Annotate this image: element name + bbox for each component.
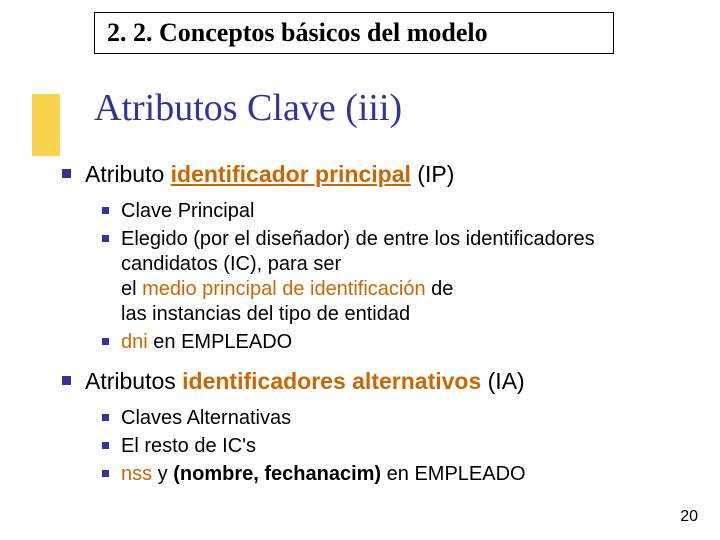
list-item: Atributo identificador principal (IP): [62, 160, 690, 189]
slide-number: 20: [680, 508, 698, 526]
list-item-label: Atributos identificadores alternativos (…: [85, 367, 525, 396]
list-item: nss y (nombre, fechanacim) en EMPLEADO: [102, 462, 690, 487]
list-item: Clave Principal: [102, 199, 690, 224]
bullet-icon: [62, 169, 71, 178]
sub-list: Clave Principal Elegido (por el diseñado…: [102, 199, 690, 355]
sub-list: Claves Alternativas El resto de IC's nss…: [102, 406, 690, 487]
text-emph: nss: [121, 463, 152, 485]
slide: 2. 2. Conceptos básicos del modelo Atrib…: [0, 0, 720, 540]
bullet-icon: [102, 442, 109, 449]
bullet-icon: [62, 376, 71, 385]
text-emph: identificadores alternativos: [182, 368, 481, 394]
text-rest: en EMPLEADO: [148, 331, 293, 353]
body-content: Atributo identificador principal (IP) Cl…: [62, 160, 690, 499]
list-item-label: Clave Principal: [121, 199, 254, 224]
text-line1: Elegido (por el diseñador) de entre los …: [121, 228, 595, 275]
list-item-label: Atributo identificador principal (IP): [85, 160, 454, 189]
list-item-label: Claves Alternativas: [121, 406, 291, 431]
bullet-icon: [102, 470, 109, 477]
list-item-label: dni en EMPLEADO: [121, 330, 292, 355]
text-line3: las instancias del tipo de entidad: [121, 303, 410, 325]
text-prefix: Atributos: [85, 368, 182, 394]
slide-title: Atributos Clave (iii): [94, 86, 402, 130]
text-line2-emph: medio principal de identificación: [142, 278, 426, 300]
list-item: dni en EMPLEADO: [102, 330, 690, 355]
text-line2b: de: [426, 278, 454, 300]
section-header: 2. 2. Conceptos básicos del modelo: [94, 12, 614, 54]
bullet-icon: [102, 338, 109, 345]
bullet-icon: [102, 207, 109, 214]
list-item-label: nss y (nombre, fechanacim) en EMPLEADO: [121, 462, 526, 487]
text-suffix: (IA): [481, 368, 524, 394]
bullet-icon: [102, 235, 109, 242]
text-suffix: (IP): [411, 161, 454, 187]
list-item: El resto de IC's: [102, 434, 690, 459]
list-item: Claves Alternativas: [102, 406, 690, 431]
text-prefix: Atributo: [85, 161, 171, 187]
list-item-label: El resto de IC's: [121, 434, 256, 459]
list-item-label: Elegido (por el diseñador) de entre los …: [121, 227, 690, 327]
accent-decor: [32, 94, 60, 156]
text-rest: en EMPLEADO: [381, 463, 526, 485]
list-item: Elegido (por el diseñador) de entre los …: [102, 227, 690, 327]
text-bold: (nombre, fechanacim): [173, 463, 381, 485]
text-line2a: el: [121, 278, 142, 300]
text-emph: identificador principal: [171, 161, 411, 187]
bullet-icon: [102, 414, 109, 421]
list-item: Atributos identificadores alternativos (…: [62, 367, 690, 396]
text-mid: y: [152, 463, 173, 485]
text-emph: dni: [121, 331, 148, 353]
